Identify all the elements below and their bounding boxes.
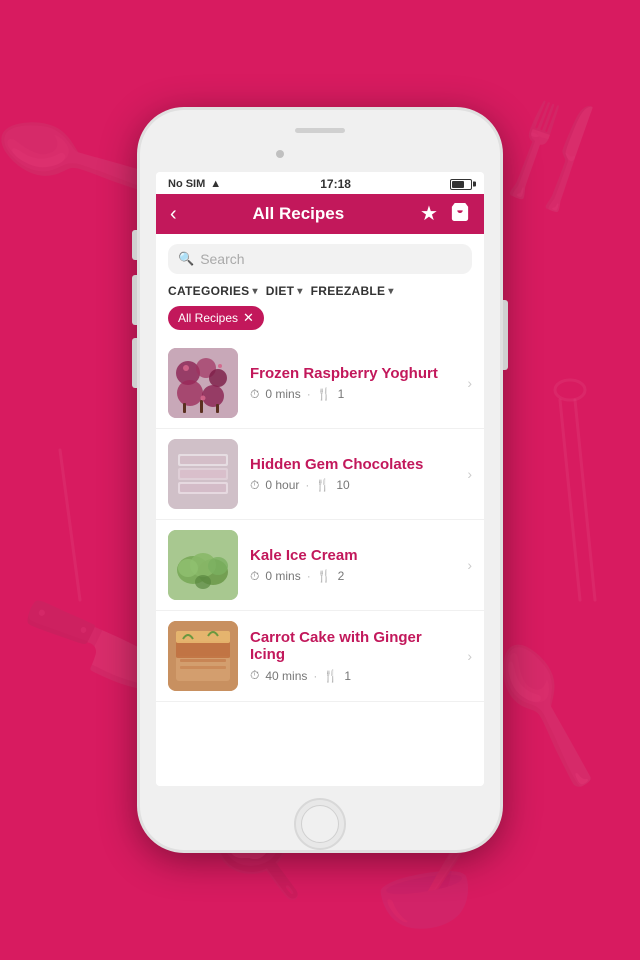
favorite-button[interactable]: ★ — [420, 204, 438, 224]
recipe-thumbnail — [168, 621, 238, 691]
recipe-thumbnail — [168, 439, 238, 509]
categories-chevron-icon: ▾ — [252, 286, 257, 297]
categories-filter-button[interactable]: CATEGORIES ▾ — [168, 284, 258, 298]
speaker-grille — [295, 128, 345, 133]
freezable-filter-button[interactable]: FREEZABLE ▾ — [311, 284, 394, 298]
servings-icon: 🍴 — [317, 387, 332, 401]
nav-left-actions: ‹ — [170, 204, 177, 224]
recipe-time: 0 mins — [265, 387, 300, 401]
recipe-thumbnail — [168, 348, 238, 418]
status-right — [450, 179, 472, 190]
meta-separator: · — [307, 387, 311, 401]
meta-separator: · — [305, 478, 309, 492]
recipe-item[interactable]: Frozen Raspberry Yoghurt ⏱ 0 mins · 🍴 1 … — [156, 338, 484, 429]
mute-button — [132, 230, 137, 260]
recipe-info: Kale Ice Cream ⏱ 0 mins · 🍴 2 — [250, 547, 455, 584]
servings-icon: 🍴 — [323, 669, 338, 683]
clock-icon: ⏱ — [250, 668, 259, 683]
all-recipes-tag[interactable]: All Recipes ✕ — [168, 306, 264, 330]
active-tags: All Recipes ✕ — [156, 306, 484, 338]
search-placeholder[interactable]: Search — [200, 251, 244, 267]
recipe-servings: 10 — [336, 478, 349, 492]
clock-icon: ⏱ — [250, 387, 259, 402]
status-time: 17:18 — [320, 177, 351, 191]
diet-filter-button[interactable]: DIET ▾ — [266, 284, 303, 298]
active-tag-label: All Recipes — [178, 311, 238, 325]
nav-right-actions: ★ — [420, 202, 470, 226]
recipe-name: Hidden Gem Chocolates — [250, 456, 455, 473]
front-camera — [276, 150, 284, 158]
recipe-name: Kale Ice Cream — [250, 547, 455, 564]
recipe-list: Frozen Raspberry Yoghurt ⏱ 0 mins · 🍴 1 … — [156, 338, 484, 702]
recipe-info: Frozen Raspberry Yoghurt ⏱ 0 mins · 🍴 1 — [250, 365, 455, 402]
recipe-chevron-icon: › — [467, 466, 472, 482]
screen: No SIM ▲ 17:18 ‹ All Recipes ★ — [156, 172, 484, 786]
clock-icon: ⏱ — [250, 569, 259, 584]
recipe-name: Frozen Raspberry Yoghurt — [250, 365, 455, 382]
recipe-time: 0 mins — [265, 569, 300, 583]
meta-separator: · — [307, 569, 311, 583]
power-button — [503, 300, 508, 370]
status-bar: No SIM ▲ 17:18 — [156, 172, 484, 194]
recipe-item[interactable]: Kale Ice Cream ⏱ 0 mins · 🍴 2 › — [156, 520, 484, 611]
recipe-thumbnail — [168, 530, 238, 600]
diet-chevron-icon: ▾ — [297, 286, 302, 297]
filter-row: CATEGORIES ▾ DIET ▾ FREEZABLE ▾ — [156, 280, 484, 306]
recipe-chevron-icon: › — [467, 375, 472, 391]
battery-icon — [450, 179, 472, 190]
wifi-icon: ▲ — [210, 178, 221, 190]
content-area: 🔍 Search CATEGORIES ▾ DIET ▾ FREEZABLE ▾ — [156, 234, 484, 786]
carrier-label: No SIM — [168, 178, 205, 190]
diet-label: DIET — [266, 284, 295, 298]
recipe-servings: 1 — [338, 387, 345, 401]
recipe-info: Hidden Gem Chocolates ⏱ 0 hour · 🍴 10 — [250, 456, 455, 493]
volume-down-button — [132, 338, 137, 388]
back-button[interactable]: ‹ — [170, 204, 177, 224]
recipe-chevron-icon: › — [467, 648, 472, 664]
servings-icon: 🍴 — [317, 569, 332, 583]
recipe-item[interactable]: Hidden Gem Chocolates ⏱ 0 hour · 🍴 10 › — [156, 429, 484, 520]
recipe-meta: ⏱ 40 mins · 🍴 1 — [250, 668, 455, 683]
recipe-meta: ⏱ 0 mins · 🍴 1 — [250, 387, 455, 402]
phone-top-bar — [140, 128, 500, 133]
home-button-inner — [301, 805, 339, 843]
phone-shell: No SIM ▲ 17:18 ‹ All Recipes ★ — [140, 110, 500, 850]
servings-icon: 🍴 — [315, 478, 330, 492]
recipe-time: 0 hour — [265, 478, 299, 492]
recipe-chevron-icon: › — [467, 557, 472, 573]
recipe-item[interactable]: Carrot Cake with Ginger Icing ⏱ 40 mins … — [156, 611, 484, 702]
clock-icon: ⏱ — [250, 478, 259, 493]
categories-label: CATEGORIES — [168, 284, 249, 298]
home-button[interactable] — [294, 798, 346, 850]
cart-button[interactable] — [450, 202, 470, 226]
volume-up-button — [132, 275, 137, 325]
meta-separator: · — [313, 669, 317, 683]
recipe-servings: 1 — [344, 669, 351, 683]
freezable-chevron-icon: ▾ — [388, 286, 393, 297]
recipe-meta: ⏱ 0 mins · 🍴 2 — [250, 569, 455, 584]
search-icon: 🔍 — [178, 251, 194, 267]
battery-fill — [452, 181, 464, 188]
nav-title: All Recipes — [253, 204, 345, 224]
status-left: No SIM ▲ — [168, 178, 221, 190]
recipe-meta: ⏱ 0 hour · 🍴 10 — [250, 478, 455, 493]
recipe-name: Carrot Cake with Ginger Icing — [250, 629, 455, 663]
recipe-servings: 2 — [338, 569, 345, 583]
svg-text:🥣: 🥣 — [368, 839, 482, 944]
search-container: 🔍 Search — [156, 234, 484, 280]
freezable-label: FREEZABLE — [311, 284, 386, 298]
recipe-time: 40 mins — [265, 669, 307, 683]
nav-bar: ‹ All Recipes ★ — [156, 194, 484, 234]
recipe-info: Carrot Cake with Ginger Icing ⏱ 40 mins … — [250, 629, 455, 683]
search-bar[interactable]: 🔍 Search — [168, 244, 472, 274]
tag-close-icon[interactable]: ✕ — [243, 310, 254, 326]
